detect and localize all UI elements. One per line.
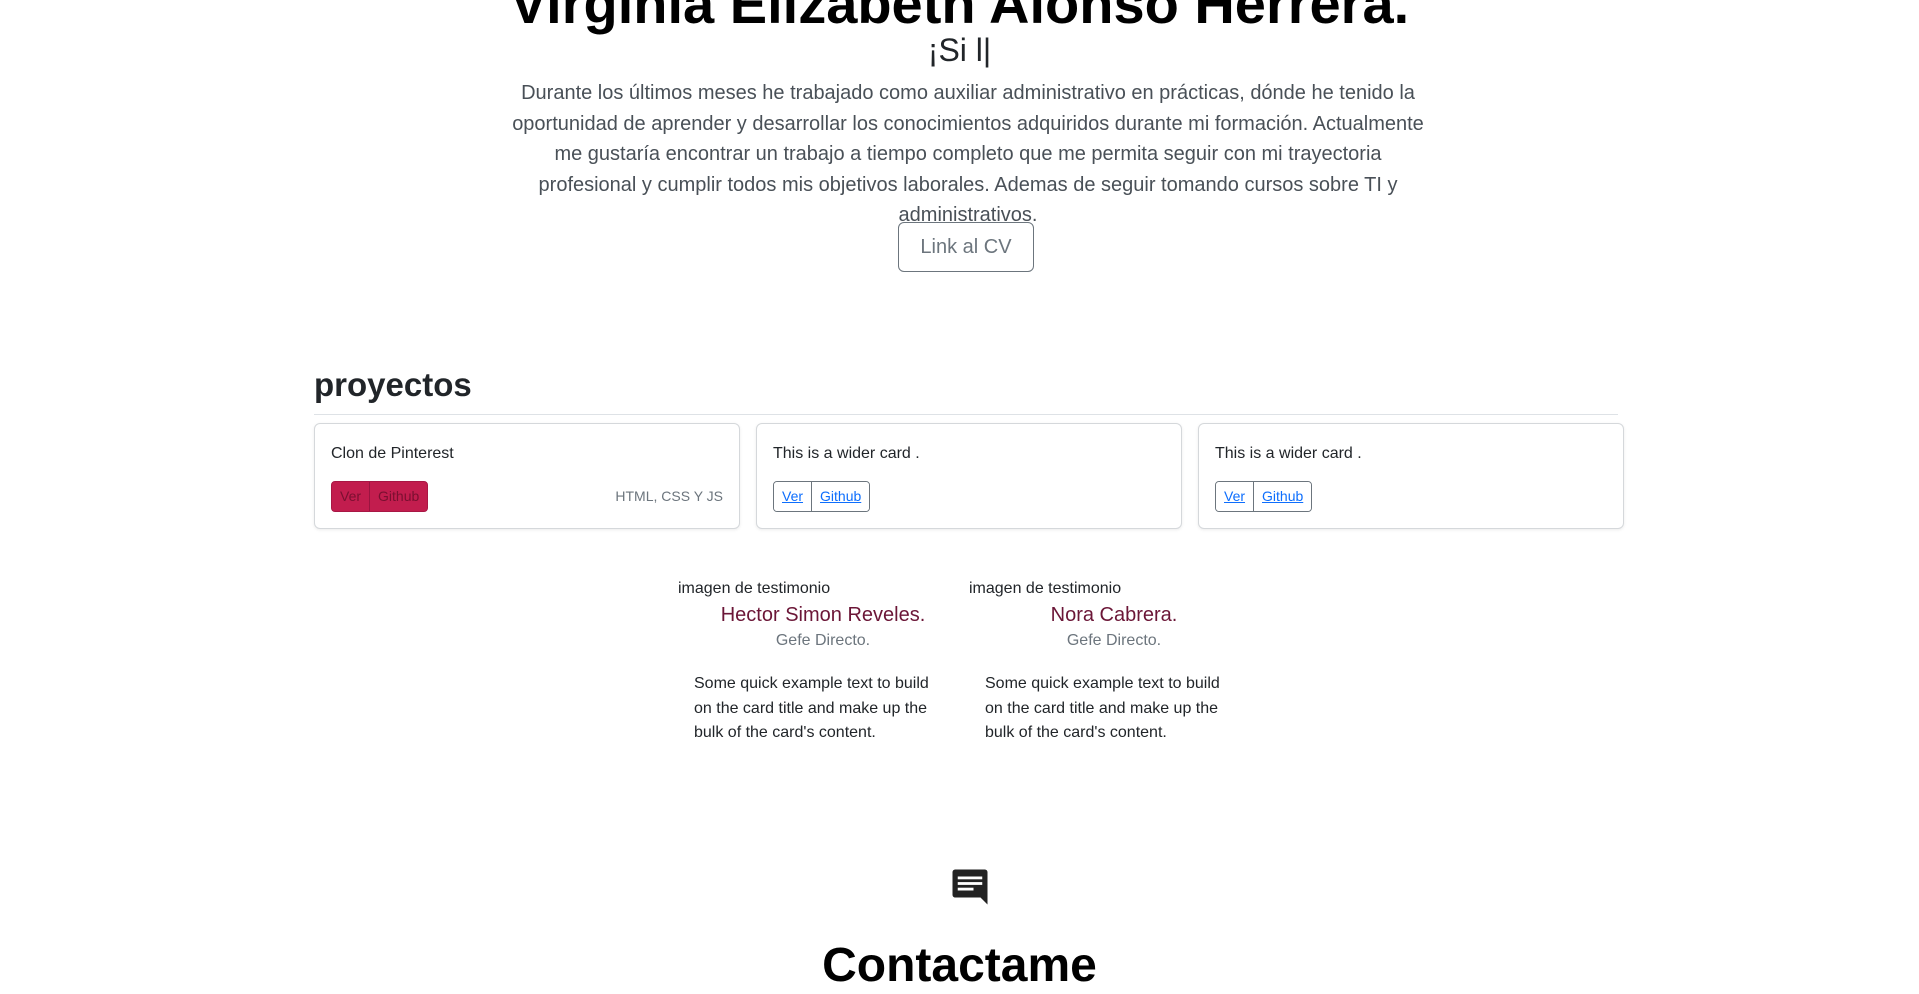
- projects-title: proyectos: [314, 366, 472, 403]
- cv-link-button[interactable]: Link al CV: [898, 222, 1034, 272]
- typed-cursor: |: [982, 32, 992, 68]
- project-ver-button[interactable]: Ver: [332, 482, 370, 511]
- testimonial-name: Nora Cabrera.: [1050, 604, 1178, 626]
- project-tech: HTML, CSS Y JS: [615, 488, 723, 504]
- hero-bio: Durante los últimos meses he trabajado c…: [512, 82, 1424, 226]
- testimonial-role: Gefe Directo.: [775, 632, 871, 649]
- chat-icon: [952, 869, 988, 905]
- project-title: This is a wider card .: [1215, 445, 1362, 462]
- project-card: This is a wider card . Ver Github: [756, 423, 1182, 529]
- project-ver-button[interactable]: Ver: [1216, 482, 1254, 511]
- project-button-group: Ver Github: [1215, 481, 1313, 512]
- projects-divider: [314, 414, 1618, 415]
- contact-title: Contactame: [822, 939, 1097, 992]
- testimonial-text: Some quick example text to build on the …: [694, 675, 929, 741]
- project-ver-button[interactable]: Ver: [774, 482, 812, 511]
- page: Virginia Elizabeth Alonso Herrera. ¡Si l…: [0, 0, 1919, 994]
- testimonial-image: imagen de testimonio: [969, 580, 1122, 597]
- project-card: Clon de Pinterest Ver Github HTML, CSS Y…: [314, 423, 740, 529]
- project-button-group: Ver Github: [331, 481, 429, 512]
- project-button-group: Ver Github: [773, 481, 871, 512]
- testimonial-name: Hector Simon Reveles.: [720, 604, 926, 626]
- project-github-button[interactable]: Github: [369, 482, 428, 511]
- project-title: Clon de Pinterest: [331, 445, 454, 462]
- project-github-button[interactable]: Github: [811, 482, 870, 511]
- hero-typed-text: ¡Si l|: [0, 32, 1919, 69]
- testimonial-text: Some quick example text to build on the …: [985, 675, 1220, 741]
- typed-text: ¡Si l: [927, 32, 983, 68]
- project-github-button[interactable]: Github: [1253, 482, 1312, 511]
- testimonial-role: Gefe Directo.: [1066, 632, 1162, 649]
- project-card: This is a wider card . Ver Github: [1198, 423, 1624, 529]
- project-title: This is a wider card .: [773, 445, 920, 462]
- testimonial-image: imagen de testimonio: [678, 580, 831, 597]
